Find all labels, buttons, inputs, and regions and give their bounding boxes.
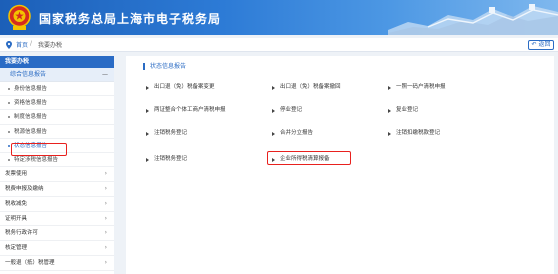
link-export-refund-withdraw[interactable]: 出口退（免）税备案撤回	[272, 84, 341, 91]
chevron-right-icon: ›	[104, 184, 107, 192]
sidebar-item-label: 制度信息报告	[14, 114, 48, 121]
sidebar-item-tax-refund[interactable]: 一般退（抵）税管理 ›	[0, 256, 114, 271]
chevron-right-icon: ›	[104, 199, 107, 207]
triangle-bullet-icon	[146, 86, 149, 90]
link-label: 停业登记	[280, 107, 303, 113]
chevron-right-icon: ›	[104, 244, 107, 252]
link-export-refund-change[interactable]: 出口退（免）税备案变更	[146, 84, 215, 91]
sidebar-group-label: 综合信息报告	[10, 71, 47, 78]
app-title: 国家税务总局上海市电子税务局	[39, 12, 222, 26]
back-button-label: 返回	[538, 41, 551, 48]
triangle-bullet-icon	[272, 86, 275, 90]
sidebar-item-tax-source-info[interactable]: 税源信息报告	[0, 125, 114, 139]
back-arrow-icon: ↶	[531, 41, 537, 48]
bullet-icon	[8, 144, 10, 147]
sidebar-item-label: 证明开具	[5, 215, 28, 222]
link-label: 两证整合个体工商户清税申报	[154, 107, 226, 113]
chevron-right-icon: ›	[104, 229, 107, 237]
sidebar-item-certificates[interactable]: 证明开具 ›	[0, 212, 114, 227]
triangle-bullet-icon	[146, 132, 149, 136]
tax-emblem-icon	[8, 4, 31, 30]
breadcrumb: 首页 / 我要办税 ↶ 返回	[0, 38, 558, 52]
chevron-right-icon: ›	[104, 258, 107, 266]
link-label: 复业登记	[396, 107, 419, 113]
sidebar-item-qualification-info[interactable]: 资格信息报告	[0, 96, 114, 111]
sidebar-item-label: 税费申报及缴纳	[5, 185, 44, 192]
chevron-right-icon: ›	[104, 170, 107, 178]
bullet-icon	[8, 116, 10, 119]
collapse-icon: —	[102, 71, 108, 78]
bullet-icon	[8, 88, 10, 90]
sidebar-item-label: 特定涉税信息报告	[14, 156, 59, 163]
main-panel: 状态信息报告 出口退（免）税备案变更 出口退（免）税备案撤回 一照一码户清税申报…	[126, 56, 554, 274]
sidebar-item-label: 资格信息报告	[14, 100, 48, 107]
app-header: 国家税务总局上海市电子税务局	[0, 0, 558, 35]
sidebar-item-label: 税源信息报告	[14, 128, 48, 135]
great-wall-banner-image	[388, 4, 558, 35]
bullet-icon	[8, 130, 10, 133]
breadcrumb-home-link[interactable]: 首页	[16, 40, 28, 49]
bullet-icon	[8, 102, 10, 105]
link-suspension-registration[interactable]: 停业登记	[272, 107, 302, 114]
breadcrumb-current: 我要办税	[38, 42, 63, 49]
sidebar-item-assessment[interactable]: 核定管理 ›	[0, 241, 114, 256]
breadcrumb-separator: /	[30, 40, 33, 47]
triangle-bullet-icon	[146, 158, 149, 162]
bullet-icon	[8, 158, 10, 161]
triangle-bullet-icon	[388, 86, 391, 90]
link-resumption-registration[interactable]: 复业登记	[388, 107, 418, 114]
link-one-license-tax-clearance[interactable]: 一照一码户清税申报	[388, 84, 446, 91]
link-withholding-deregistration[interactable]: 注销扣缴税款登记	[388, 130, 440, 137]
triangle-bullet-icon	[272, 132, 275, 136]
sidebar-item-invoice-use[interactable]: 发票使用 ›	[0, 167, 114, 182]
sidebar-item-label: 税务行政许可	[5, 230, 39, 237]
sidebar-item-label: 状态信息报告	[14, 142, 48, 149]
link-label: 合并分立报告	[280, 130, 314, 136]
sidebar-item-label: 一般退（抵）税管理	[5, 259, 55, 266]
link-individual-business-clearance[interactable]: 两证整合个体工商户清税申报	[146, 107, 226, 114]
link-label: 出口退（免）税备案撤回	[280, 84, 341, 90]
triangle-bullet-icon	[272, 109, 275, 113]
sidebar-group-comprehensive-info[interactable]: 综合信息报告 —	[0, 68, 114, 82]
location-pin-icon	[6, 41, 12, 49]
link-label: 出口退（免）税备案变更	[154, 84, 215, 90]
sidebar-item-label: 身份信息报告	[14, 86, 48, 92]
link-label: 注销扣缴税款登记	[396, 130, 441, 136]
triangle-bullet-icon	[388, 109, 391, 113]
sidebar-item-identity-info[interactable]: 身份信息报告	[0, 82, 114, 97]
sidebar-item-tax-filing[interactable]: 税费申报及缴纳 ›	[0, 182, 114, 197]
triangle-bullet-icon	[146, 109, 149, 113]
link-deregistration[interactable]: 注销税务登记	[146, 130, 187, 137]
sidebar-item-system-info[interactable]: 制度信息报告	[0, 110, 114, 125]
sidebar-item-admin-license[interactable]: 税务行政许可 ›	[0, 226, 114, 242]
link-label: 注销税务登记	[154, 156, 188, 162]
sidebar-item-label: 税收减免	[5, 200, 28, 207]
chevron-right-icon: ›	[104, 214, 107, 222]
link-income-tax-liquidation[interactable]: 企业所得税清算报备	[272, 156, 330, 163]
sidebar-item-specific-tax-info[interactable]: 特定涉税信息报告	[0, 153, 114, 168]
triangle-bullet-icon	[388, 132, 391, 136]
sidebar-item-tax-relief[interactable]: 税收减免 ›	[0, 197, 114, 212]
sidebar-section-title: 我要办税	[0, 56, 114, 68]
sidebar-item-label: 核定管理	[5, 245, 28, 252]
link-label: 一照一码户清税申报	[396, 84, 446, 90]
sidebar: 我要办税 综合信息报告 — 身份信息报告 资格信息报告 制度信息报告 税源信息报…	[0, 56, 114, 274]
link-deregistration-2[interactable]: 注销税务登记	[146, 156, 187, 163]
link-label: 注销税务登记	[154, 130, 188, 136]
sidebar-item-label: 发票使用	[5, 171, 28, 178]
panel-title: 状态信息报告	[143, 63, 186, 70]
link-merger-split-report[interactable]: 合并分立报告	[272, 130, 313, 137]
triangle-bullet-icon	[272, 158, 275, 162]
sidebar-item-status-info[interactable]: 状态信息报告	[0, 139, 114, 153]
link-label: 企业所得税清算报备	[280, 156, 330, 162]
back-button[interactable]: ↶ 返回	[528, 40, 554, 50]
